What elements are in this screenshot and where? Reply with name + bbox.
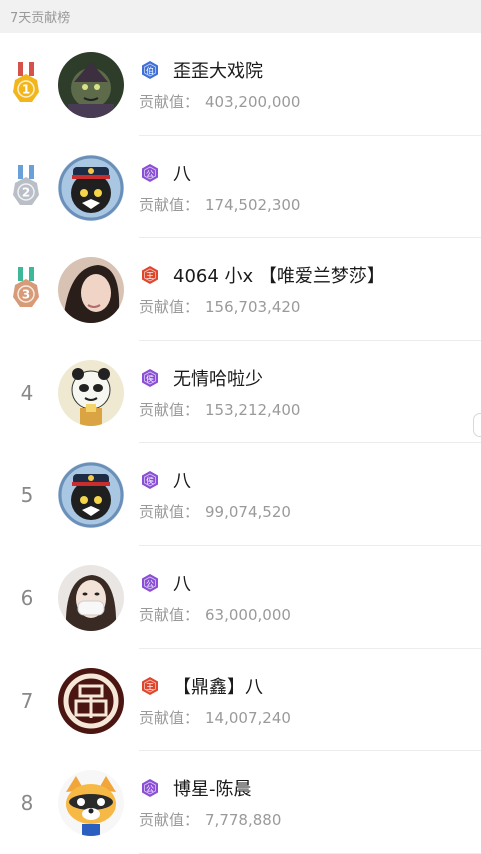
user-name[interactable]: 歪歪大戏院 [173,57,263,83]
user-name[interactable]: 八 [173,467,191,493]
contribution-value: 153,212,400 [205,400,301,419]
leaderboard-row[interactable]: 4 侯 无情哈啦少贡献值： 153,212,400 [0,341,481,444]
noble-rank-badge-icon: 侯 [140,368,160,388]
contribution-value: 156,703,420 [205,298,301,317]
masked-woman-avatar[interactable] [58,564,124,631]
user-name[interactable]: 【鼎鑫】八 [173,673,263,699]
leaderboard-row[interactable]: 7 王 【鼎鑫】八贡献值： 14,007,240 [0,649,481,752]
svg-text:2: 2 [22,185,30,199]
contribution-label: 贡献值： [139,503,200,522]
leaderboard-title: 7天贡献榜 [10,11,71,26]
contribution-line: 贡献值： 403,200,000 [139,91,300,112]
svg-text:伯: 伯 [146,66,154,76]
user-name[interactable]: 博星-陈晨 [173,775,252,801]
warrior-avatar[interactable] [58,52,124,118]
contribution-value: 99,074,520 [205,503,291,522]
cat-captain-avatar[interactable] [58,154,124,221]
leaderboard-row[interactable]: 6 公 八贡献值： 63,000,000 [0,546,481,649]
noble-rank-badge-icon: 王 [140,676,160,696]
contribution-line: 贡献值： 63,000,000 [139,604,291,625]
contribution-line: 贡献值： 174,502,300 [139,194,300,215]
contribution-label: 贡献值： [139,708,200,727]
noble-rank-badge-icon: 侯 [140,470,160,490]
svg-text:1: 1 [22,83,30,97]
noble-rank-badge-icon: 公 [140,163,160,183]
noble-rank-badge-icon: 王 [140,265,160,285]
svg-text:侯: 侯 [146,477,154,486]
panda-meme-avatar[interactable] [58,359,124,426]
bronze-medal-icon: 3 [11,267,41,311]
leaderboard-list: 1 伯歪歪大戏院 贡献值： 403,200,000 2 公八贡献值： 174,502,300… [0,33,481,854]
svg-text:王: 王 [146,272,154,281]
svg-text:侯: 侯 [146,374,154,383]
user-name[interactable]: 八 [173,160,191,186]
raccoon-avatar[interactable] [58,770,124,837]
rank-number: 7 [20,688,34,713]
contribution-label: 贡献值： [139,605,200,624]
leaderboard-row[interactable]: 5 侯 八贡献值： 99,074,520 [0,443,481,546]
contribution-label: 贡献值： [139,93,200,111]
svg-text:王: 王 [146,682,154,691]
noble-rank-badge-icon: 伯 [140,60,160,80]
leaderboard-row[interactable]: 2 公 八贡献值： 174,502,300 [0,136,481,239]
svg-text:公: 公 [146,579,154,588]
rank-number: 8 [20,791,34,816]
gold-medal-icon: 1 [11,62,41,106]
silver-medal-icon: 2 [11,164,41,209]
leaderboard-row[interactable]: 3 王 4064 小x 【唯爱兰梦莎】贡献值： 156,703,420 [0,238,481,341]
contribution-value: 14,007,240 [205,708,291,727]
contribution-line: 贡献值： 156,703,420 [139,296,300,317]
cat-captain-avatar[interactable] [58,462,124,529]
rank-number: 4 [20,380,34,405]
leaderboard-row[interactable]: 1 伯 歪歪大戏院贡献值： 403,200,000 [0,33,481,136]
noble-rank-badge-icon: 公 [140,573,160,593]
leaderboard-row[interactable]: 8 公 博星-陈晨贡献值： 7,778,880 [0,751,481,854]
user-name[interactable]: 无情哈啦少 [173,365,263,391]
user-name[interactable]: 八 [173,570,191,596]
contribution-value: 63,000,000 [205,605,291,624]
leaderboard-header: 7天贡献榜 [0,0,481,33]
contribution-value: 403,200,000 [205,93,301,111]
contribution-line: 贡献值： 14,007,240 [139,707,291,728]
rank-number: 5 [20,483,34,508]
svg-text:公: 公 [146,785,154,794]
contribution-label: 贡献值： [139,400,200,419]
contribution-line: 贡献值： 7,778,880 [139,809,281,830]
contribution-label: 贡献值： [139,811,200,830]
contribution-label: 贡献值： [139,298,200,317]
user-name[interactable]: 4064 小x 【唯爱兰梦莎】 [173,262,385,288]
contribution-line: 贡献值： 153,212,400 [139,399,300,420]
contribution-line: 贡献值： 99,074,520 [139,501,291,522]
ding-logo-avatar[interactable] [58,667,124,734]
rank-number: 6 [20,585,34,610]
woman-photo-avatar[interactable] [58,257,124,324]
svg-text:3: 3 [22,288,30,302]
svg-text:公: 公 [146,169,154,178]
contribution-value: 174,502,300 [205,195,301,214]
contribution-label: 贡献值： [139,195,200,214]
contribution-value: 7,778,880 [205,811,282,830]
noble-rank-badge-icon: 公 [140,778,160,798]
